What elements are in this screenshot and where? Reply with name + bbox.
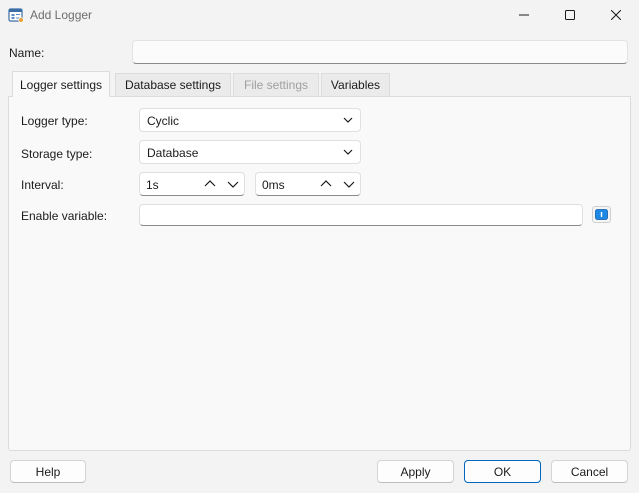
help-button[interactable]: Help (10, 460, 86, 483)
interval-milliseconds-spinner[interactable]: 0ms (255, 172, 361, 196)
tab-label: Database settings (124, 78, 222, 92)
tab-database-settings[interactable]: Database settings (115, 73, 231, 96)
apply-button[interactable]: Apply (377, 460, 454, 483)
interval-seconds-value: 1s (146, 178, 159, 192)
chevron-up-icon[interactable] (204, 180, 216, 188)
minimize-icon (519, 14, 529, 16)
chevron-down-icon (343, 149, 353, 155)
ok-button-label: OK (493, 464, 512, 479)
interval-seconds-spinner[interactable]: 1s (139, 172, 245, 196)
ok-button[interactable]: OK (464, 460, 541, 483)
storage-type-select[interactable]: Database (139, 140, 361, 164)
maximize-button[interactable] (547, 0, 593, 30)
tab-logger-settings[interactable]: Logger settings (12, 71, 110, 97)
chevron-down-icon (343, 117, 353, 123)
enable-variable-label: Enable variable: (21, 209, 108, 223)
storage-type-value: Database (147, 146, 199, 160)
interval-milliseconds-value: 0ms (262, 178, 285, 192)
storage-type-label: Storage type: (21, 147, 93, 161)
tab-label: File settings (243, 78, 309, 92)
minimize-button[interactable] (501, 0, 547, 30)
logger-app-icon (8, 7, 24, 23)
logger-type-select[interactable]: Cyclic (139, 108, 361, 132)
help-button-label: Help (35, 464, 61, 479)
close-icon (611, 10, 621, 20)
tab-label: Variables (330, 78, 381, 92)
logger-type-label: Logger type: (21, 114, 88, 128)
cancel-button[interactable]: Cancel (551, 460, 628, 483)
interval-label: Interval: (21, 178, 64, 192)
tab-label: Logger settings (19, 77, 103, 92)
tab-file-settings[interactable]: File settings (233, 73, 319, 96)
name-label: Name: (9, 46, 45, 60)
enable-variable-input[interactable] (139, 204, 583, 226)
close-button[interactable] (593, 0, 639, 30)
title-bar: Add Logger (0, 0, 639, 30)
name-input[interactable] (132, 40, 628, 64)
cancel-button-label: Cancel (570, 464, 609, 479)
chevron-up-icon[interactable] (320, 180, 332, 188)
apply-button-label: Apply (400, 464, 431, 479)
logger-type-value: Cyclic (147, 114, 179, 128)
chevron-down-icon[interactable] (343, 180, 355, 188)
variable-picker-icon (595, 209, 608, 220)
window-title: Add Logger (30, 8, 93, 22)
maximize-icon (565, 10, 575, 20)
chevron-down-icon[interactable] (227, 180, 239, 188)
tab-variables[interactable]: Variables (321, 73, 390, 96)
variable-picker-button[interactable] (592, 206, 611, 223)
